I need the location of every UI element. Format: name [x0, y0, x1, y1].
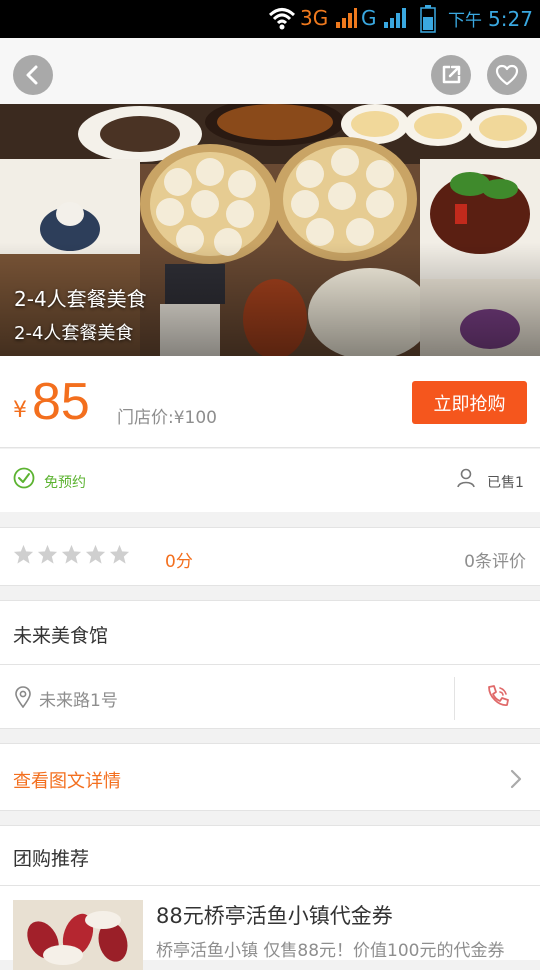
back-arrow-icon	[26, 65, 38, 85]
star-icon	[13, 544, 34, 564]
shop-address[interactable]: 未来路1号	[39, 686, 118, 711]
divider	[454, 677, 455, 720]
sold-count: 已售1	[487, 475, 524, 491]
recommendation-title[interactable]: 88元桥亭活鱼小镇代金券	[156, 900, 393, 930]
buy-now-button[interactable]: 立即抢购	[412, 381, 527, 424]
back-button[interactable]	[13, 55, 53, 95]
view-details-link[interactable]: 查看图文详情	[13, 767, 121, 793]
review-count: 0条评价	[464, 552, 526, 572]
rating-score: 0分	[165, 552, 193, 572]
check-circle-icon	[13, 467, 35, 493]
heart-icon	[495, 64, 519, 86]
shop-name[interactable]: 未来美食馆	[13, 621, 108, 648]
divider	[0, 885, 540, 886]
clock: 下午 5:27	[448, 7, 533, 31]
chevron-right-icon	[509, 768, 523, 794]
view-details-row[interactable]: 查看图文详情	[0, 743, 540, 811]
original-price: 门店价:¥100	[117, 408, 217, 428]
star-icon	[37, 544, 58, 564]
location-pin-icon	[14, 686, 32, 712]
network-type-2: G	[361, 6, 377, 30]
price-section: ¥ 85 门店价:¥100 立即抢购	[0, 356, 540, 448]
title-bar	[0, 38, 540, 104]
share-icon	[442, 65, 461, 84]
deal-price: 85	[32, 373, 90, 431]
currency-symbol: ¥	[13, 398, 27, 423]
user-icon	[456, 468, 476, 492]
share-button[interactable]	[431, 55, 471, 95]
rating-section[interactable]: 0分 0条评价	[0, 527, 540, 586]
signal-icon	[334, 6, 358, 34]
section-title: 团购推荐	[13, 848, 90, 870]
favorite-button[interactable]	[487, 55, 527, 95]
status-bar: 3G G 下午 5:27	[0, 0, 540, 38]
recommendations-section: 团购推荐 88元桥亭活鱼小镇代金券 桥亭活鱼小镇 仅售88元！价值100元的代金…	[0, 825, 540, 970]
phone-icon[interactable]	[484, 683, 512, 715]
deal-subtitle: 2-4人套餐美食	[14, 323, 134, 344]
divider	[0, 664, 540, 665]
network-type: 3G	[300, 6, 329, 30]
no-reservation-tag: 免预约	[44, 475, 86, 491]
battery-icon	[420, 5, 436, 37]
wifi-icon	[268, 6, 296, 34]
star-icon	[85, 544, 106, 564]
star-icon	[109, 544, 130, 564]
star-icon	[61, 544, 82, 564]
recommendation-description: 桥亭活鱼小镇 仅售88元！价值100元的代金券	[156, 941, 505, 961]
deal-tags: 免预约 已售1	[0, 449, 540, 512]
shop-section: 未来美食馆 未来路1号	[0, 600, 540, 729]
signal-icon	[382, 6, 408, 34]
star-rating	[13, 544, 130, 564]
deal-title: 2-4人套餐美食	[14, 287, 147, 311]
